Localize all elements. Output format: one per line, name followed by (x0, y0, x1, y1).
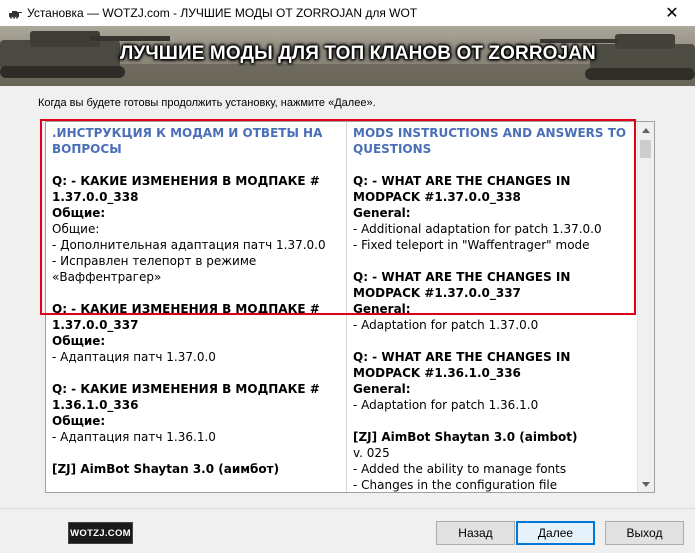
right-q1-line: - Fixed teleport in "Waffentrager" mode (353, 238, 590, 252)
left-q3-line: - Адаптация патч 1.36.1.0 (52, 430, 216, 444)
banner-title: ЛУЧШИЕ МОДЫ ДЛЯ ТОП КЛАНОВ ОТ ZORROJAN (120, 43, 596, 64)
right-q1-sub: General: (353, 206, 411, 220)
close-button[interactable]: ✕ (649, 0, 695, 26)
right-q3: Q: - WHAT ARE THE CHANGES IN MODPACK #1.… (353, 350, 571, 380)
left-heading: .ИНСТРУКЦИЯ К МОДАМ И ОТВЕТЫ НА ВОПРОСЫ (52, 126, 323, 156)
next-button[interactable]: Далее (516, 521, 595, 545)
scrollbar-thumb[interactable] (640, 140, 651, 158)
left-q3-sub: Общие: (52, 414, 106, 428)
left-q2-line: - Адаптация патч 1.37.0.0 (52, 350, 216, 364)
footer-divider (0, 508, 695, 509)
right-q2: Q: - WHAT ARE THE CHANGES IN MODPACK #1.… (353, 270, 571, 300)
right-column: MODS INSTRUCTIONS AND ANSWERS TO QUESTIO… (346, 122, 642, 492)
left-q1-line: - Исправлен телепорт в режиме «Ваффентра… (52, 254, 257, 284)
title-bar: Установка — WOTZJ.com - ЛУЧШИЕ МОДЫ ОТ Z… (0, 0, 695, 26)
left-q1-line: - Дополнительная адаптация патч 1.37.0.0 (52, 238, 326, 252)
left-q4: [ZJ] AimBot Shaytan 3.0 (аимбот) (52, 462, 280, 476)
right-q1-line: - Additional adaptation for patch 1.37.0… (353, 222, 602, 236)
exit-button[interactable]: Выход (605, 521, 684, 545)
right-heading: MODS INSTRUCTIONS AND ANSWERS TO QUESTIO… (353, 126, 627, 156)
tank-icon (6, 8, 22, 19)
right-q4: [ZJ] AimBot Shaytan 3.0 (aimbot) (353, 430, 578, 444)
header-banner: ЛУЧШИЕ МОДЫ ДЛЯ ТОП КЛАНОВ ОТ ZORROJAN (0, 26, 695, 86)
right-q4-line: v. 025 (353, 446, 390, 460)
right-q2-line: - Adaptation for patch 1.37.0.0 (353, 318, 539, 332)
back-button[interactable]: Назад (436, 521, 515, 545)
right-q2-sub: General: (353, 302, 411, 316)
site-logo: WOTZJ.COM (68, 522, 133, 544)
vertical-scrollbar[interactable] (637, 122, 654, 492)
left-q1-line: Общие: (52, 222, 100, 236)
scroll-up-icon[interactable] (638, 122, 654, 138)
right-q1: Q: - WHAT ARE THE CHANGES IN MODPACK #1.… (353, 174, 571, 204)
instruction-text: Когда вы будете готовы продолжить устано… (38, 97, 376, 109)
left-q1-sub: Общие: (52, 206, 106, 220)
right-q4-line: - Added the ability to manage fonts (353, 462, 567, 476)
left-q2-sub: Общие: (52, 334, 106, 348)
right-q3-sub: General: (353, 382, 411, 396)
info-panel[interactable]: .ИНСТРУКЦИЯ К МОДАМ И ОТВЕТЫ НА ВОПРОСЫ … (45, 121, 655, 493)
scroll-down-icon[interactable] (638, 476, 654, 492)
close-icon: ✕ (665, 5, 679, 22)
left-q1: Q: - КАКИЕ ИЗМЕНЕНИЯ В МОДПАКЕ # 1.37.0.… (52, 174, 320, 204)
left-column: .ИНСТРУКЦИЯ К МОДАМ И ОТВЕТЫ НА ВОПРОСЫ … (46, 122, 342, 477)
right-q3-line: - Adaptation for patch 1.36.1.0 (353, 398, 539, 412)
left-q3: Q: - КАКИЕ ИЗМЕНЕНИЯ В МОДПАКЕ # 1.36.1.… (52, 382, 320, 412)
left-q2: Q: - КАКИЕ ИЗМЕНЕНИЯ В МОДПАКЕ # 1.37.0.… (52, 302, 320, 332)
window-title: Установка — WOTZJ.com - ЛУЧШИЕ МОДЫ ОТ Z… (27, 6, 418, 20)
right-q4-line: - Changes in the configuration file (353, 478, 558, 492)
